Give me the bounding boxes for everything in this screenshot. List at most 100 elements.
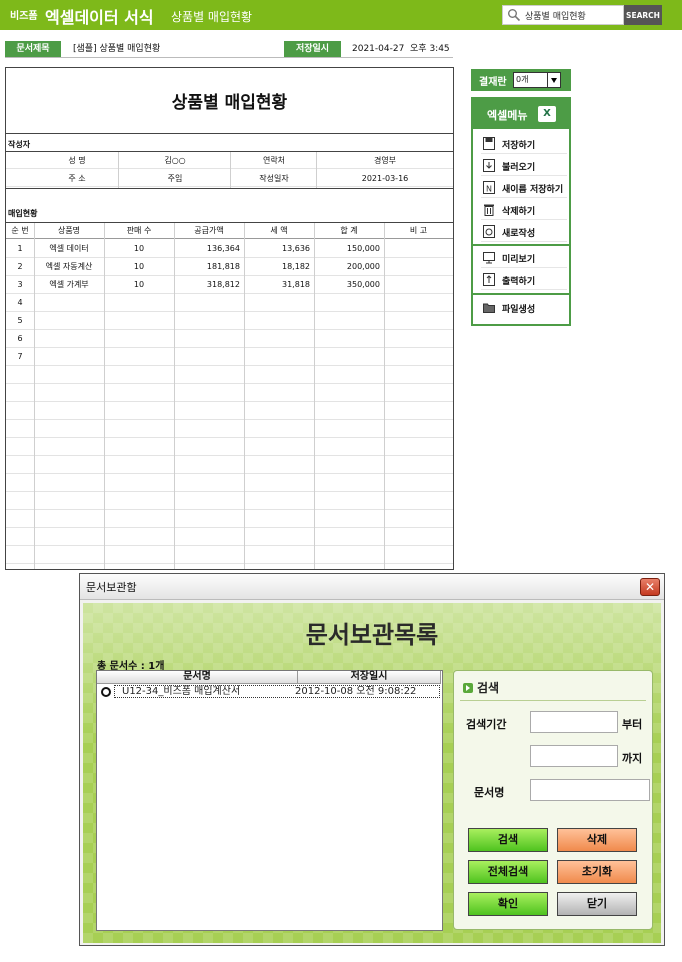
save-icon	[483, 137, 495, 150]
save-as-icon: N	[483, 181, 495, 194]
dialog-body: 문서보관목록 총 문서수 : 1개 문서명 저장일시 U12-34_비즈폼 매입…	[83, 603, 661, 943]
table-row[interactable]	[6, 438, 453, 456]
delete-button[interactable]: 삭제	[557, 828, 637, 852]
excel-icon-glyph: X	[543, 108, 551, 119]
author-name-value[interactable]: 김○○	[120, 154, 230, 168]
search-button[interactable]: 검색	[468, 828, 548, 852]
divider	[460, 700, 646, 701]
confirm-button[interactable]: 확인	[468, 892, 548, 916]
table-row[interactable]: 3 엑셀 가계부 10 318,812 31,818 350,000	[6, 276, 453, 294]
period-start-input[interactable]	[530, 711, 618, 733]
menu-item-save[interactable]: 저장하기	[481, 134, 567, 154]
author-contact-label: 연락처	[262, 156, 286, 165]
table-row[interactable]	[6, 510, 453, 528]
menu-item-label: 출력하기	[502, 277, 536, 287]
menu-item-create-file[interactable]: 파일생성	[481, 298, 567, 318]
period-end-input[interactable]	[530, 745, 618, 767]
saved-date-label: 저장일시	[284, 41, 341, 57]
cell-tax: 31,818	[282, 280, 310, 289]
author-address-label: 주 소	[68, 174, 86, 183]
column-header-quantity: 판매 수	[126, 226, 152, 235]
top-banner: 비즈폼 엑셀데이터 서식 상품별 매입현황 SEARCH	[0, 0, 682, 30]
divider	[244, 223, 245, 569]
created-date-value[interactable]: 2021-03-16	[318, 172, 452, 186]
trash-icon	[484, 204, 494, 216]
dialog-title: 문서보관함	[86, 581, 137, 594]
list-item-docname: U12-34_비즈폼 매입계산서	[122, 686, 241, 697]
table-row[interactable]: 5	[6, 312, 453, 330]
column-header-supply: 공급가액	[194, 226, 224, 235]
period-label: 검색기간	[466, 718, 507, 731]
folder-icon	[483, 303, 495, 313]
cell-tax: 13,636	[282, 244, 310, 253]
menu-item-load[interactable]: 불러오기	[481, 156, 567, 176]
divider	[104, 223, 105, 569]
menu-item-delete[interactable]: 삭제하기	[481, 200, 567, 220]
table-row[interactable]	[6, 474, 453, 492]
cell-note	[384, 278, 453, 292]
author-contact-value[interactable]: 경영부	[318, 154, 452, 168]
table-row[interactable]	[6, 546, 453, 564]
document-archive-dialog: 문서보관함 ✕ 문서보관목록 총 문서수 : 1개 문서명 저장일시 U12-3…	[79, 573, 665, 946]
approval-count-select[interactable]: 0개	[513, 72, 561, 88]
divider	[6, 188, 453, 189]
search-all-button[interactable]: 전체검색	[468, 860, 548, 884]
table-row[interactable]	[6, 384, 453, 402]
period-to-label: 까지	[622, 752, 643, 765]
divider	[34, 223, 35, 569]
menu-item-label: 삭제하기	[502, 207, 536, 217]
column-header-docname[interactable]: 문서명	[97, 671, 298, 684]
menu-item-save-as[interactable]: N 새이름 저장하기	[481, 178, 567, 198]
table-row[interactable]: 6	[6, 330, 453, 348]
cell-no: 2	[17, 262, 23, 271]
menu-item-preview[interactable]: 미리보기	[481, 248, 567, 268]
close-icon[interactable]: ✕	[640, 578, 660, 596]
list-item[interactable]: U12-34_비즈폼 매입계산서 2012-10-08 오전 9:08:22	[97, 684, 442, 699]
table-row[interactable]	[6, 402, 453, 420]
page-subtitle: 상품별 매입현황	[171, 10, 253, 24]
column-header-note: 비 고	[409, 226, 428, 235]
table-row[interactable]: 4	[6, 294, 453, 312]
table-row[interactable]	[6, 456, 453, 474]
menu-item-new[interactable]: 새로작성	[481, 222, 567, 242]
author-section-label: 작성자	[8, 140, 31, 149]
divider	[473, 293, 569, 295]
docname-input[interactable]	[530, 779, 650, 801]
reset-button[interactable]: 초기화	[557, 860, 637, 884]
period-from-label: 부터	[622, 718, 643, 731]
dialog-titlebar[interactable]: 문서보관함 ✕	[80, 574, 664, 600]
spreadsheet-sheet: 상품별 매입현황 작성자 성 명 김○○ 연락처 경영부 주 소 주임 작성일자…	[5, 67, 454, 570]
cell-total: 150,000	[346, 244, 380, 253]
table-row[interactable]	[6, 366, 453, 384]
dropdown-arrow-icon[interactable]	[547, 73, 560, 87]
author-address-value[interactable]: 주임	[120, 172, 230, 186]
doc-title-value: [샘플] 상품별 매입현황	[73, 44, 161, 54]
cell-product: 엑셀 데이터	[49, 244, 89, 253]
table-row[interactable]: 2 엑셀 자동계산 10 181,818 18,182 200,000	[6, 258, 453, 276]
table-row[interactable]: 7	[6, 348, 453, 366]
document-list[interactable]: 문서명 저장일시 U12-34_비즈폼 매입계산서 2012-10-08 오전 …	[96, 670, 443, 931]
menu-item-print[interactable]: 출력하기	[481, 270, 567, 290]
select-radio[interactable]	[101, 687, 111, 697]
search-panel: 검색 검색기간 부터 까지 문서명 검색 삭제 전체검색 초기화 확인 닫기	[453, 670, 653, 930]
column-header-no: 순 번	[11, 226, 29, 235]
cell-no: 7	[17, 352, 23, 361]
table-row[interactable]	[6, 420, 453, 438]
brand-logo[interactable]: 비즈폼	[10, 7, 38, 22]
brand-title[interactable]: 엑셀데이터 서식	[45, 4, 154, 28]
divider	[174, 223, 175, 569]
search-input[interactable]	[525, 8, 621, 23]
table-row[interactable]	[6, 528, 453, 546]
cell-note	[384, 260, 453, 274]
search-button[interactable]: SEARCH	[624, 5, 662, 25]
table-row[interactable]: 1 엑셀 데이터 10 136,364 13,636 150,000	[6, 240, 453, 258]
cell-no: 6	[17, 334, 23, 343]
cell-product: 엑셀 가계부	[49, 280, 89, 289]
column-header-savedate[interactable]: 저장일시	[298, 671, 441, 684]
purchase-section-label: 매입현황	[8, 209, 38, 218]
table-row[interactable]	[6, 492, 453, 510]
divider	[118, 152, 119, 188]
close-button[interactable]: 닫기	[557, 892, 637, 916]
divider	[384, 223, 385, 569]
cell-supply: 181,818	[206, 262, 240, 271]
